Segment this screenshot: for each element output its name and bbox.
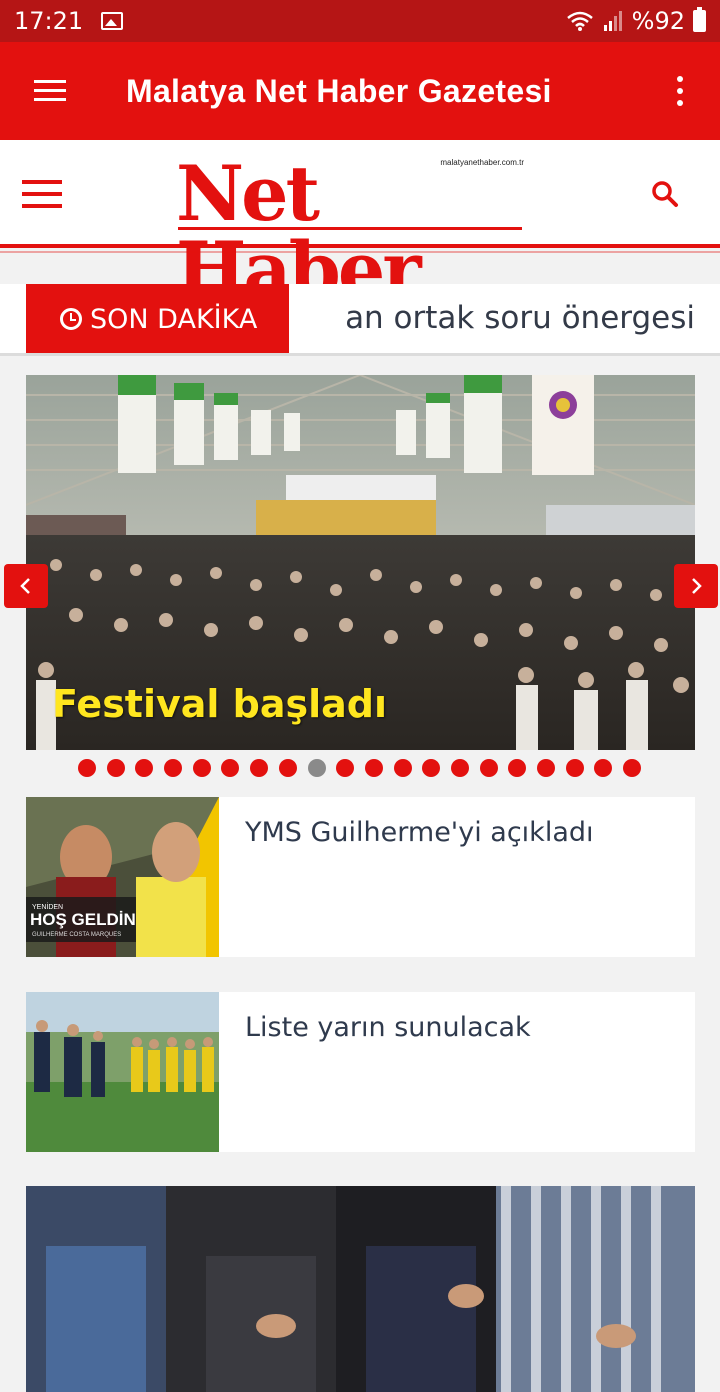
logo-underline xyxy=(178,227,522,230)
overflow-menu-button[interactable] xyxy=(640,42,720,140)
slider-dot[interactable] xyxy=(106,759,125,777)
featured-article-image xyxy=(26,1186,695,1392)
slide-caption[interactable]: Festival başladı xyxy=(52,682,387,726)
slider-dot[interactable] xyxy=(393,759,412,777)
image-notification-icon xyxy=(101,12,124,30)
slider-dot[interactable] xyxy=(422,759,441,777)
logo-domain: malatyanethaber.com.tr xyxy=(440,158,524,167)
status-indicators: %92 xyxy=(566,7,706,35)
slider-prev-button[interactable] xyxy=(4,564,48,608)
overflow-dot xyxy=(677,88,683,94)
hamburger-icon xyxy=(34,80,66,102)
article-card[interactable]: YENİDEN HOŞ GELDİN GUILHERME COSTA MARQU… xyxy=(26,797,695,957)
slider-dot[interactable] xyxy=(336,759,355,777)
drawer-menu-button[interactable] xyxy=(0,42,100,140)
slider-dot[interactable] xyxy=(594,759,613,777)
article-card[interactable]: Liste yarın sunulacak xyxy=(26,992,695,1152)
featured-article-card[interactable] xyxy=(26,1186,695,1392)
article-headline[interactable]: YMS Guilherme'yi açıkladı xyxy=(245,817,675,848)
overflow-dot xyxy=(677,76,683,82)
slider-dot[interactable] xyxy=(221,759,240,777)
breaking-news-bar: SON DAKİKA an ortak soru önergesi xyxy=(0,284,720,356)
wifi-icon xyxy=(566,11,593,31)
slider-dot[interactable] xyxy=(450,759,469,777)
site-header: Net Haber malatyanethaber.com.tr xyxy=(0,140,720,308)
slider-dot[interactable] xyxy=(78,759,96,777)
signal-icon xyxy=(603,11,622,31)
site-menu-button[interactable] xyxy=(22,180,62,208)
breaking-news-label-text: SON DAKİKA xyxy=(90,303,258,335)
battery-icon xyxy=(693,7,706,32)
slider-dot[interactable] xyxy=(565,759,584,777)
chevron-left-icon xyxy=(20,578,30,594)
slider-dot[interactable] xyxy=(250,759,269,777)
status-time: 17:21 xyxy=(14,7,84,35)
article-headline[interactable]: Liste yarın sunulacak xyxy=(245,1012,675,1043)
overflow-dot xyxy=(677,100,683,106)
slider-dot[interactable] xyxy=(164,759,183,777)
slider-dot[interactable] xyxy=(623,759,642,777)
slider-dot[interactable] xyxy=(135,759,154,777)
battery-percent: %92 xyxy=(631,7,685,35)
slider-dot[interactable] xyxy=(508,759,527,777)
slider-dot[interactable] xyxy=(278,759,297,777)
slider-dot[interactable] xyxy=(479,759,498,777)
breaking-news-label: SON DAKİKA xyxy=(26,284,289,353)
news-ticker[interactable]: an ortak soru önergesi xyxy=(289,284,699,353)
search-icon[interactable] xyxy=(651,180,679,208)
slider-next-button[interactable] xyxy=(674,564,718,608)
app-bar: Malatya Net Haber Gazetesi xyxy=(0,42,720,140)
slider-dot[interactable] xyxy=(364,759,383,777)
ticker-text: an ortak soru önergesi xyxy=(345,300,695,336)
status-bar: 17:21 %92 xyxy=(0,0,720,42)
app-title: Malatya Net Haber Gazetesi xyxy=(126,72,552,109)
article-thumbnail xyxy=(26,992,219,1152)
thumbnail-overlay-text: HOŞ GELDİN xyxy=(30,910,136,929)
article-thumbnail: YENİDEN HOŞ GELDİN GUILHERME COSTA MARQU… xyxy=(26,797,219,957)
chevron-right-icon xyxy=(692,578,702,594)
slider-dot[interactable] xyxy=(537,759,555,777)
slider-dot[interactable] xyxy=(307,759,326,777)
slider-pagination xyxy=(78,759,642,777)
thumbnail-name-text: GUILHERME COSTA MARQUES xyxy=(32,932,121,938)
headline-slider[interactable]: Festival başladı xyxy=(26,375,695,750)
clock-icon xyxy=(60,308,82,330)
slider-dot[interactable] xyxy=(192,759,211,777)
site-logo[interactable]: Net Haber malatyanethaber.com.tr xyxy=(176,150,528,308)
